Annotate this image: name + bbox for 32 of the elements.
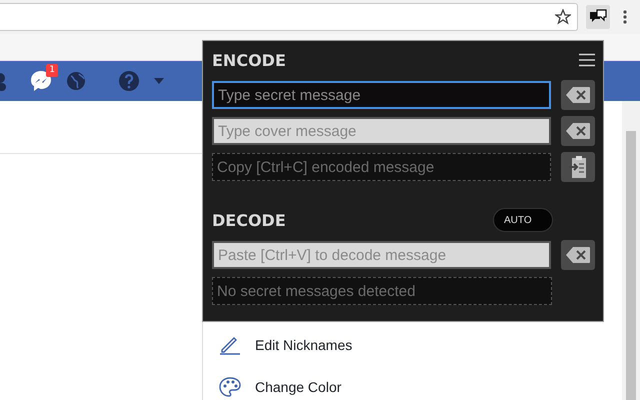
section-title: DECODE — [212, 210, 286, 230]
input-field[interactable]: Paste [Ctrl+V] to decode message — [212, 241, 552, 269]
messenger-icon[interactable] — [30, 70, 52, 92]
copy-button[interactable] — [561, 152, 595, 182]
clear-button[interactable] — [561, 116, 595, 146]
output-field[interactable]: No secret messages detected — [212, 277, 552, 305]
input-field[interactable]: Type secret message — [212, 81, 552, 109]
section-title: ENCODE — [212, 50, 286, 70]
help-icon[interactable] — [118, 70, 140, 92]
notification-badge: 1 — [46, 64, 58, 77]
backspace-icon — [565, 122, 592, 140]
extension-button[interactable] — [586, 5, 610, 29]
menu-item[interactable]: Change Color — [219, 375, 622, 399]
clear-button[interactable] — [561, 80, 595, 110]
star-icon[interactable] — [555, 9, 571, 25]
scrollbar-thumb[interactable] — [626, 131, 636, 400]
caret-icon[interactable] — [154, 78, 164, 84]
clear-button[interactable] — [561, 240, 595, 270]
clipboard-icon — [568, 155, 588, 179]
input-field[interactable]: Type cover message — [212, 117, 552, 145]
globe-icon[interactable] — [66, 71, 86, 91]
kebab-icon — [623, 10, 627, 24]
menu-icon[interactable] — [579, 53, 595, 67]
palette-icon — [219, 377, 241, 397]
backspace-icon — [565, 246, 592, 264]
speech-bubbles-icon — [589, 9, 607, 25]
friends-icon[interactable] — [0, 71, 8, 91]
menu-item[interactable]: Edit Nicknames — [219, 333, 622, 357]
auto-toggle[interactable]: AUTO — [493, 208, 553, 232]
output-field[interactable]: Copy [Ctrl+C] encoded message — [212, 153, 552, 181]
backspace-icon — [565, 86, 592, 104]
pencil-icon — [219, 335, 241, 355]
